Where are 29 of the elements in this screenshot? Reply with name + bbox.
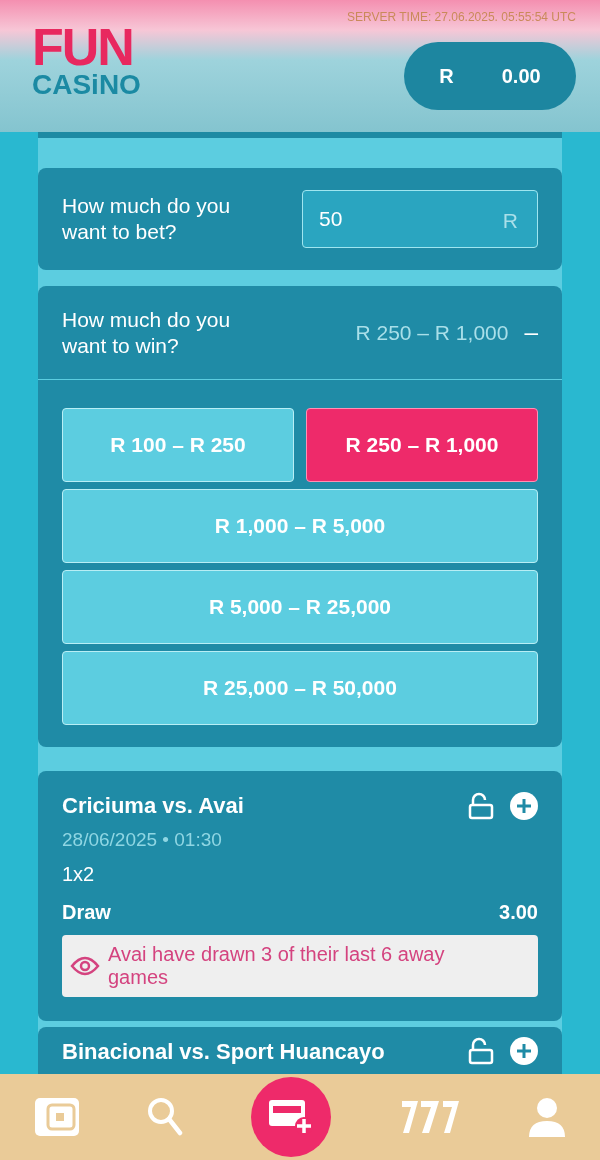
user-icon[interactable] [528,1097,567,1137]
selection-name: Draw [62,899,111,925]
server-time: SERVER TIME: 27.06.2025. 05:55:54 UTC [347,9,576,26]
logo-text: CASiNO [32,70,141,100]
search-icon[interactable] [147,1097,184,1137]
match-title: Criciuma vs. Avai [62,792,244,820]
bet-question: How much do you want to bet? [62,193,232,245]
match-title: Binacional vs. Sport Huancayo [62,1037,385,1066]
range-option[interactable]: R 250 – R 1,000 [306,408,538,482]
tip-text: Avai have drawn 3 of their last 6 away games [108,942,446,989]
logo-text: FUN [32,24,133,70]
range-option[interactable]: R 5,000 – R 25,000 [62,570,538,644]
unlocked-padlock-icon [468,1037,494,1065]
eye-icon [70,955,100,976]
win-range-summary: R 250 – R 1,000 [355,319,509,346]
balance-button[interactable]: R 0.00 [404,42,576,110]
range-option[interactable]: R 1,000 – R 5,000 [62,489,538,563]
wallet-icon[interactable] [33,1097,80,1137]
win-question: How much do you want to win? [62,306,232,359]
match-date: 28/06/2025 • 01:30 [62,828,223,852]
odds-value: 3.00 [499,899,538,925]
currency-label: R [502,208,518,234]
range-option[interactable]: R 25,000 – R 50,000 [62,651,538,725]
unlocked-padlock-icon [468,791,494,820]
market-name: 1x2 [62,861,96,887]
add-button[interactable] [510,1037,538,1065]
add-button[interactable] [510,791,538,820]
collapse-toggle[interactable]: – [524,314,538,351]
range-option[interactable]: R 100 – R 250 [62,408,294,482]
